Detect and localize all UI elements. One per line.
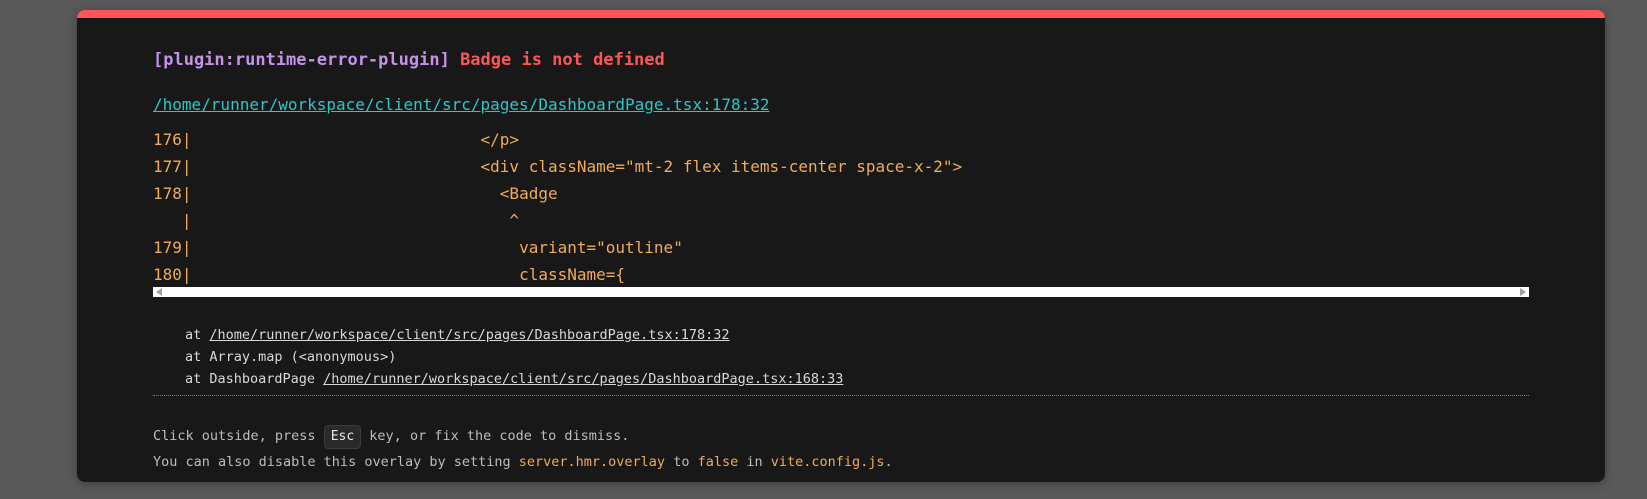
stack-trace: at /home/runner/workspace/client/src/pag… (185, 324, 843, 390)
config-value: false (697, 454, 739, 470)
config-key: server.hmr.overlay (518, 454, 666, 470)
code-line: 177| <div className="mt-2 flex items-cen… (153, 157, 963, 176)
error-overlay: [plugin:runtime-error-plugin] Badge is n… (77, 10, 1605, 482)
disable-overlay-tip: You can also disable this overlay by set… (153, 454, 893, 470)
code-line: 179| variant="outline" (153, 238, 683, 257)
error-title: [plugin:runtime-error-plugin] Badge is n… (153, 50, 665, 70)
code-line-caret: | ^ (153, 211, 520, 230)
plugin-tag: [plugin:runtime-error-plugin] (153, 50, 450, 70)
stack-line: at /home/runner/workspace/client/src/pag… (185, 327, 730, 343)
code-frame: 176| </p> 177| <div className="mt-2 flex… (153, 126, 1529, 288)
dismiss-tip: Click outside, press Esc key, or fix the… (153, 424, 629, 449)
code-line: 176| </p> (153, 130, 520, 149)
stack-location-link[interactable]: /home/runner/workspace/client/src/pages/… (209, 327, 729, 343)
code-line: 180| className={ (153, 265, 626, 284)
stack-line: at DashboardPage /home/runner/workspace/… (185, 371, 844, 387)
code-line: 178| <Badge (153, 184, 558, 203)
error-file-link[interactable]: /home/runner/workspace/client/src/pages/… (153, 95, 770, 114)
stack-line: at Array.map (<anonymous>) (185, 349, 397, 365)
scroll-right-icon[interactable] (1520, 288, 1526, 296)
config-file: vite.config.js (770, 454, 885, 470)
stack-location-link[interactable]: /home/runner/workspace/client/src/pages/… (323, 371, 843, 387)
horizontal-scrollbar[interactable] (153, 287, 1529, 297)
esc-key-badge: Esc (323, 425, 362, 449)
divider (153, 395, 1529, 396)
error-message: Badge is not defined (460, 50, 665, 70)
scroll-left-icon[interactable] (156, 288, 162, 296)
